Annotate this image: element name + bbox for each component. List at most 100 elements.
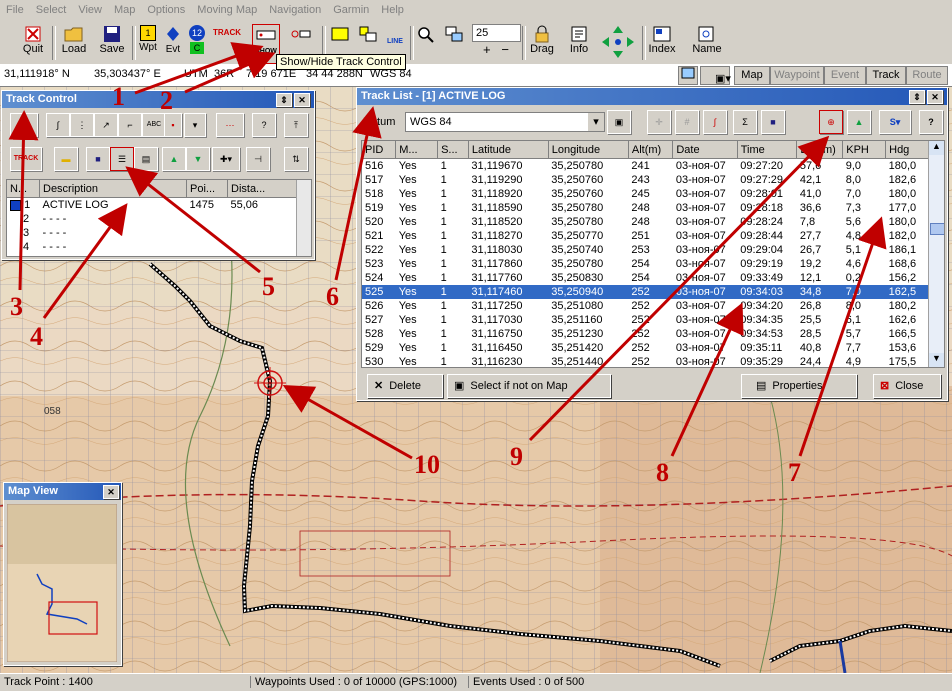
col-10[interactable]: Hdg bbox=[885, 141, 930, 159]
menu-map[interactable]: Map bbox=[108, 0, 141, 16]
menu-garmin[interactable]: Garmin bbox=[327, 0, 375, 16]
wpt-button[interactable]: 1 Wpt bbox=[136, 24, 160, 62]
points-button[interactable]: ▪ bbox=[164, 113, 182, 137]
name-button[interactable]: Name bbox=[690, 24, 724, 62]
help-button[interactable]: ? bbox=[252, 113, 276, 137]
track-button[interactable]: TRACK bbox=[212, 24, 242, 62]
col-points[interactable]: Poi... bbox=[186, 180, 228, 198]
col-3[interactable]: Latitude bbox=[468, 141, 549, 159]
menu-file[interactable]: File bbox=[0, 0, 30, 16]
move-down-button[interactable]: ▼ bbox=[186, 147, 210, 171]
col-distance[interactable]: Dista... bbox=[227, 180, 297, 198]
tab-waypoint[interactable]: Waypoint bbox=[770, 66, 824, 85]
save-list-button[interactable]: ■ bbox=[761, 110, 785, 134]
col-9[interactable]: KPH bbox=[842, 141, 887, 159]
table-row[interactable]: 516 Yes 1 31,119670 35,250780 241 03-ноя-07 09:… bbox=[362, 159, 930, 174]
datum-map-button[interactable]: ▣ bbox=[607, 110, 631, 134]
track-list-open-button[interactable]: ☰ bbox=[110, 147, 134, 171]
col-4[interactable]: Longitude bbox=[548, 141, 629, 159]
table-row[interactable]: 4 - - - - bbox=[7, 240, 297, 254]
landscape-button[interactable]: ▲ bbox=[847, 110, 871, 134]
col-0[interactable]: PID bbox=[362, 141, 397, 159]
zoom-out-icon[interactable]: − bbox=[501, 42, 509, 57]
top-button[interactable]: ⤒ bbox=[284, 113, 308, 137]
points-dropdown-button[interactable]: ▾ bbox=[184, 113, 206, 137]
menu-select[interactable]: Select bbox=[30, 0, 73, 16]
col-description[interactable]: Description bbox=[39, 180, 187, 198]
evt-button[interactable]: Evt bbox=[162, 24, 184, 62]
tab-event[interactable]: Event bbox=[824, 66, 866, 85]
table-row[interactable]: 526 Yes 1 31,117250 35,251080 252 03-ноя-07 09:… bbox=[362, 299, 930, 313]
properties-button[interactable]: ▤ Properties bbox=[741, 374, 857, 398]
pan-arrows[interactable] bbox=[598, 24, 638, 62]
table-row[interactable]: 527 Yes 1 31,117030 35,251160 252 03-ноя-07 09:… bbox=[362, 313, 930, 327]
track-control-titlebar[interactable]: Track Control ⇕ ✕ bbox=[2, 91, 314, 108]
track-list-titlebar[interactable]: Track List - [1] ACTIVE LOG ⇕ ✕ bbox=[357, 88, 947, 105]
table-row[interactable]: 520 Yes 1 31,118520 35,250780 248 03-ноя-07 09:… bbox=[362, 215, 930, 229]
table-row[interactable]: 519 Yes 1 31,118590 35,250780 248 03-ноя-07 09:… bbox=[362, 201, 930, 215]
table-row[interactable]: 522 Yes 1 31,118030 35,250740 253 03-ноя-07 09:… bbox=[362, 243, 930, 257]
go-to-point-button[interactable]: ⊕ bbox=[819, 110, 843, 134]
select-if-not-on-map-button[interactable]: ▣ Select if not on Map bbox=[447, 374, 611, 398]
table-row[interactable]: 530 Yes 1 31,116230 35,251440 252 03-ноя-07 09:… bbox=[362, 355, 930, 367]
datum-select[interactable]: WGS 84 ▾ bbox=[405, 112, 605, 132]
close-icon[interactable]: ✕ bbox=[927, 90, 943, 104]
scroll-down-icon[interactable]: ▼ bbox=[929, 353, 944, 367]
delete-button[interactable]: ✕ Delete bbox=[367, 374, 443, 398]
bend-button[interactable]: ⌐ bbox=[118, 113, 142, 137]
s-dropdown-button[interactable]: S▾ bbox=[879, 110, 911, 134]
col-n[interactable]: N... bbox=[7, 180, 40, 198]
close-icon[interactable]: ✕ bbox=[103, 485, 119, 499]
branch-button[interactable]: ⊣ bbox=[246, 147, 270, 171]
zoom-button[interactable] bbox=[414, 24, 438, 62]
add-button[interactable]: ✚▾ bbox=[212, 147, 240, 171]
col-2[interactable]: S... bbox=[437, 141, 469, 159]
table-row[interactable]: 525 Yes 1 31,117460 35,250940 252 03-ноя-07 09:… bbox=[362, 285, 930, 299]
restore-icon[interactable]: ⇕ bbox=[909, 90, 925, 104]
table-row[interactable]: 1 ACTIVE LOG 1475 55,06 bbox=[7, 198, 297, 213]
menu-moving-map[interactable]: Moving Map bbox=[191, 0, 263, 16]
drag-button[interactable]: Drag bbox=[526, 24, 558, 62]
zoom-in-icon[interactable]: + bbox=[483, 42, 491, 57]
table-row[interactable]: 523 Yes 1 31,117860 35,250780 254 03-ноя-07 09:… bbox=[362, 257, 930, 271]
table-row[interactable]: 3 - - - - bbox=[7, 226, 297, 240]
move-up-button[interactable]: ▲ bbox=[162, 147, 186, 171]
overview-map[interactable] bbox=[7, 504, 117, 662]
map-view-titlebar[interactable]: Map View ✕ bbox=[4, 483, 121, 500]
col-1[interactable]: M... bbox=[395, 141, 439, 159]
grid-button[interactable]: # bbox=[675, 110, 699, 134]
track-table-scrollbar[interactable] bbox=[296, 180, 311, 256]
abc-button[interactable]: ABC bbox=[142, 113, 166, 137]
table-row[interactable]: 528 Yes 1 31,116750 35,251230 252 03-ноя-07 09:… bbox=[362, 327, 930, 341]
table-row[interactable]: 521 Yes 1 31,118270 35,250770 251 03-ноя-07 09:… bbox=[362, 229, 930, 243]
expand-button[interactable]: ⋯ bbox=[216, 113, 244, 137]
col-6[interactable]: Date bbox=[672, 141, 738, 159]
table-row[interactable]: 2 - - - - bbox=[7, 212, 297, 226]
save-track-button[interactable]: ■ bbox=[86, 147, 110, 171]
index-button[interactable]: Index bbox=[646, 24, 678, 62]
track-mode-button[interactable]: 〰 bbox=[10, 113, 38, 137]
table-row[interactable]: 529 Yes 1 31,116450 35,251420 252 03-ноя-07 09:… bbox=[362, 341, 930, 355]
split-button[interactable]: ⋮ bbox=[70, 113, 94, 137]
info-button[interactable]: Info bbox=[564, 24, 594, 62]
quit-button[interactable]: Quit bbox=[18, 24, 48, 62]
restore-icon[interactable]: ⇕ bbox=[276, 93, 292, 107]
path-button[interactable]: ∫ bbox=[703, 110, 727, 134]
crosshair-button[interactable]: ✛ bbox=[647, 110, 671, 134]
menu-options[interactable]: Options bbox=[141, 0, 191, 16]
close-button[interactable]: ⊠ Close bbox=[873, 374, 941, 398]
scroll-thumb[interactable] bbox=[930, 223, 944, 235]
tab-route[interactable]: Route bbox=[906, 66, 948, 85]
help-icon[interactable]: ? bbox=[919, 110, 943, 134]
tab-track[interactable]: Track bbox=[866, 66, 906, 85]
col-5[interactable]: Alt(m) bbox=[628, 141, 674, 159]
menu-view[interactable]: View bbox=[72, 0, 108, 16]
properties-button[interactable]: ▤ bbox=[134, 147, 158, 171]
menu-navigation[interactable]: Navigation bbox=[263, 0, 327, 16]
col-8[interactable]: Dist(m) bbox=[796, 141, 844, 159]
save-button[interactable]: Save bbox=[96, 24, 128, 62]
track-points-scrollbar[interactable]: ▲ ▼ bbox=[928, 141, 944, 367]
sum-button[interactable]: Σ bbox=[733, 110, 757, 134]
scroll-up-icon[interactable]: ▲ bbox=[929, 141, 944, 155]
route-number-button[interactable]: 12 C bbox=[186, 24, 208, 62]
